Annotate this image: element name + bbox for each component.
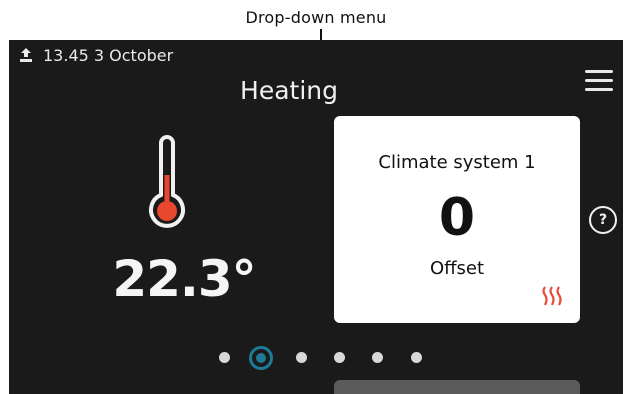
status-datetime: 13.45 3 October xyxy=(43,45,174,65)
current-temperature: 22.3° xyxy=(112,250,256,308)
offset-label: Offset xyxy=(429,258,485,279)
page-dot[interactable] xyxy=(334,352,345,363)
page-dot-active[interactable] xyxy=(249,346,273,370)
next-card-preview[interactable] xyxy=(334,380,580,394)
annotation-label: Drop-down menu xyxy=(245,8,387,27)
hamburger-menu-icon[interactable] xyxy=(585,70,613,94)
page-title: Heating xyxy=(240,76,338,105)
device-screen: 13.45 3 October Heating 22.3° Climate sy… xyxy=(9,40,623,394)
page-indicator xyxy=(9,346,623,370)
page-dot[interactable] xyxy=(219,352,230,363)
status-bar: 13.45 3 October xyxy=(19,44,173,66)
thermometer-icon xyxy=(149,135,185,228)
heating-waves-icon xyxy=(542,286,562,306)
page-dot[interactable] xyxy=(411,352,422,363)
page-dot[interactable] xyxy=(296,352,307,363)
page-dot[interactable] xyxy=(372,352,383,363)
climate-system-card[interactable]: Climate system 1 0 Offset xyxy=(334,116,580,323)
offset-value: 0 xyxy=(438,188,476,248)
upload-icon xyxy=(20,48,32,62)
help-button[interactable]: ? xyxy=(589,206,617,234)
card-title: Climate system 1 xyxy=(378,152,536,173)
